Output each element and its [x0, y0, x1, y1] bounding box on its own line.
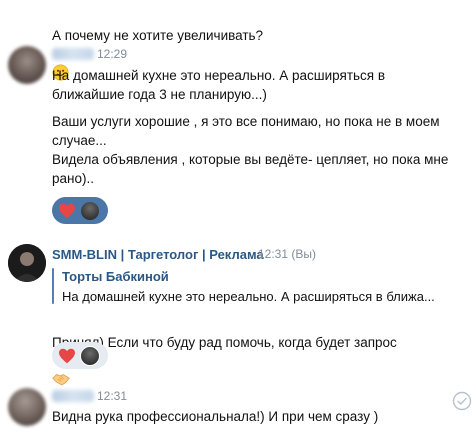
message-text: Ваши услуги хорошие , я это все понимаю,… [52, 114, 449, 186]
reply-text[interactable]: На домашней кухне это нереально. А расши… [62, 289, 462, 304]
reaction-pill[interactable] [52, 342, 108, 369]
reply-bar [52, 268, 54, 304]
heart-icon [58, 347, 76, 365]
avatar[interactable] [8, 388, 46, 426]
avatar[interactable] [8, 46, 46, 84]
author-name-hidden[interactable] [52, 48, 94, 60]
avatar[interactable] [8, 244, 46, 282]
reactor-avatar [80, 200, 100, 221]
heart-icon [58, 202, 76, 220]
avatar-image [8, 244, 46, 282]
message-time[interactable]: 12:31 (Вы) [258, 247, 316, 261]
message-text: Видна рука профессиональнала!) И при чем… [52, 409, 379, 424]
author-name[interactable]: SMM-BLIN | Таргетолог | Реклама [52, 247, 264, 262]
reaction-pill[interactable] [52, 197, 108, 224]
message-time[interactable]: 12:29 [97, 47, 127, 61]
reactor-avatar [80, 345, 100, 366]
message-text-content: А почему не хотите увеличивать? [52, 28, 264, 43]
author-name-hidden[interactable] [52, 390, 94, 402]
select-message-icon[interactable] [452, 391, 472, 411]
message-time[interactable]: 12:31 [97, 389, 127, 403]
message-text: На домашней кухне это нереально. А расши… [52, 68, 386, 102]
reply-title[interactable]: Торты Бабкиной [62, 269, 169, 284]
